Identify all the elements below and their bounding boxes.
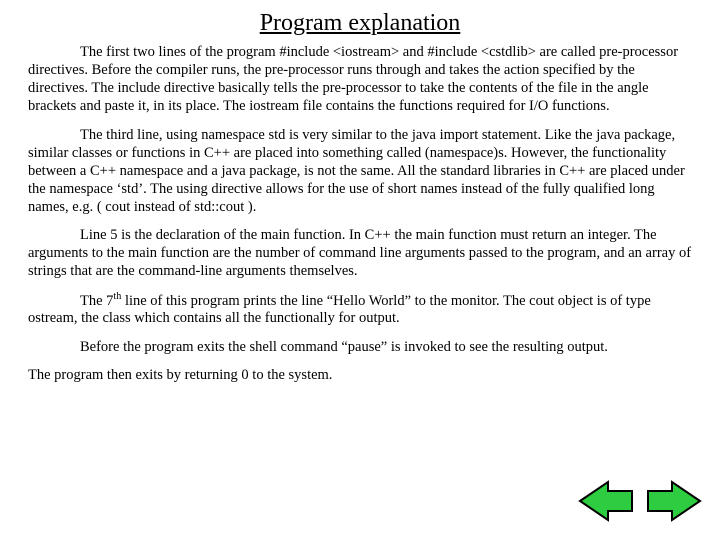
paragraph-5: Before the program exits the shell comma…	[28, 338, 692, 356]
page-title: Program explanation	[28, 10, 692, 37]
paragraph-4: The 7th line of this program prints the …	[28, 291, 692, 328]
paragraph-3: Line 5 is the declaration of the main fu…	[28, 226, 692, 280]
paragraph-6: The program then exits by returning 0 to…	[28, 366, 692, 384]
paragraph-2: The third line, using namespace std is v…	[28, 126, 692, 217]
arrow-right-icon	[646, 480, 702, 522]
prev-button[interactable]	[578, 480, 634, 522]
nav-controls	[578, 480, 702, 522]
paragraph-1: The first two lines of the program #incl…	[28, 43, 692, 116]
p4-pre: The 7	[80, 292, 113, 308]
arrow-left-icon	[578, 480, 634, 522]
slide-page: Program explanation The first two lines …	[0, 0, 720, 384]
p4-post: line of this program prints the line “He…	[28, 292, 651, 326]
next-button[interactable]	[646, 480, 702, 522]
